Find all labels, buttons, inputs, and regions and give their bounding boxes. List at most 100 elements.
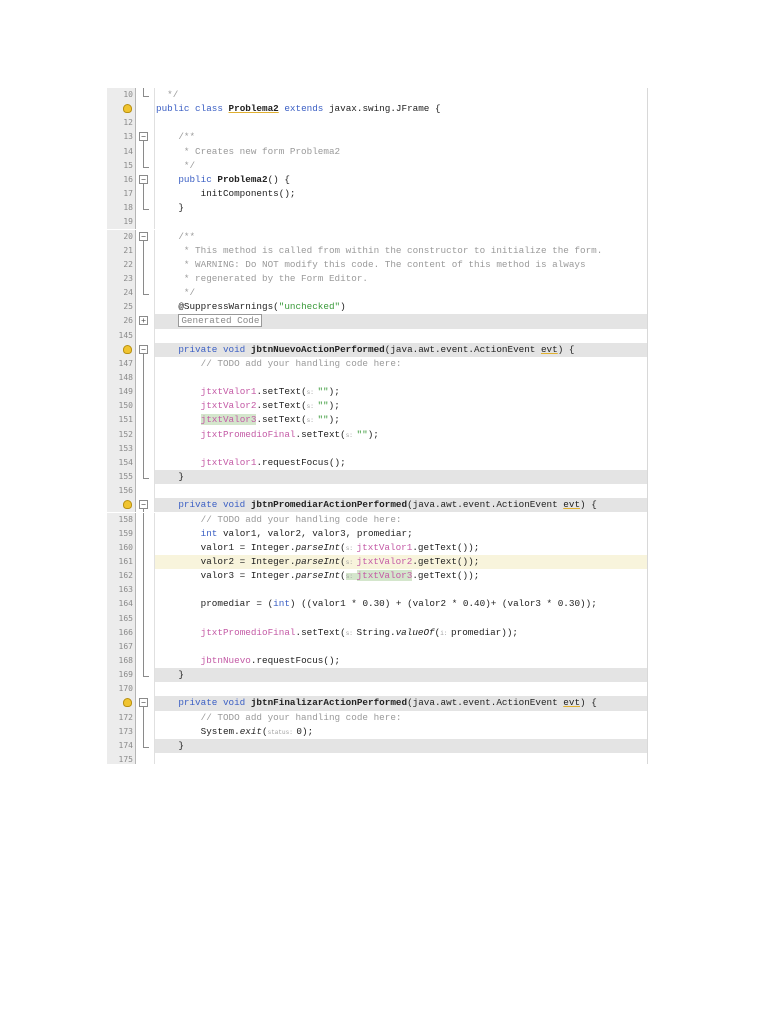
code-line[interactable]: 161 valor2 = Integer.parseInt(s: jtxtVal… bbox=[107, 554, 647, 570]
code-line[interactable]: 156 bbox=[107, 484, 647, 499]
collapse-fold-icon[interactable]: − bbox=[139, 174, 148, 184]
code-line[interactable]: 166 jtxtPromedioFinal.setText(s: String.… bbox=[107, 625, 647, 640]
code-line[interactable]: 172 // TODO add your handling code here: bbox=[107, 710, 647, 725]
code-text[interactable]: jtxtValor3.setText(s: ""); bbox=[154, 413, 647, 428]
code-text[interactable]: @SuppressWarnings("unchecked") bbox=[154, 300, 647, 315]
code-line[interactable]: 155 } bbox=[107, 470, 647, 485]
code-text[interactable]: * WARNING: Do NOT modify this code. The … bbox=[154, 257, 647, 272]
code-line[interactable]: 19 bbox=[107, 215, 647, 230]
code-text[interactable] bbox=[154, 484, 647, 499]
code-text[interactable]: valor3 = Integer.parseInt(s: jtxtValor3.… bbox=[154, 569, 647, 584]
code-line[interactable]: 145 bbox=[107, 328, 647, 343]
code-text[interactable]: public class Problema2 extends javax.swi… bbox=[154, 102, 647, 117]
code-text[interactable]: */ bbox=[154, 286, 647, 301]
code-text[interactable]: valor1 = Integer.parseInt(s: jtxtValor1.… bbox=[154, 540, 647, 555]
generated-code-fold-button[interactable]: Generated Code bbox=[178, 314, 263, 328]
code-text[interactable]: } bbox=[154, 470, 647, 485]
collapse-fold-icon[interactable]: − bbox=[139, 132, 148, 142]
code-line[interactable]: 174 } bbox=[107, 738, 647, 754]
code-line[interactable]: 13− /** bbox=[107, 130, 647, 145]
code-line[interactable]: 15 */ bbox=[107, 158, 647, 173]
code-text[interactable]: * This method is called from within the … bbox=[154, 243, 647, 258]
code-line[interactable]: 24 */ bbox=[107, 286, 647, 301]
code-line[interactable]: 25 @SuppressWarnings("unchecked") bbox=[107, 300, 647, 315]
code-line[interactable]: − private void jbtnPromediarActionPerfor… bbox=[107, 498, 647, 513]
code-line[interactable]: 10 */ bbox=[107, 88, 647, 103]
code-text[interactable] bbox=[154, 441, 647, 456]
code-line[interactable]: 168 jbtnNuevo.requestFocus(); bbox=[107, 654, 647, 669]
code-line[interactable]: 147 // TODO add your handling code here: bbox=[107, 356, 647, 371]
code-line[interactable]: 14 * Creates new form Problema2 bbox=[107, 144, 647, 159]
code-line[interactable]: 18 } bbox=[107, 201, 647, 216]
lightbulb-hint-icon[interactable] bbox=[123, 104, 132, 114]
code-line[interactable]: 148 bbox=[107, 371, 647, 386]
code-text[interactable]: jtxtValor1.requestFocus(); bbox=[154, 455, 647, 471]
code-line[interactable]: 151 jtxtValor3.setText(s: ""); bbox=[107, 413, 647, 428]
code-line[interactable]: 16− public Problema2() { bbox=[107, 172, 647, 188]
code-text[interactable]: public Problema2() { bbox=[154, 172, 647, 188]
collapse-fold-icon[interactable]: − bbox=[139, 231, 148, 241]
collapse-fold-icon[interactable]: − bbox=[139, 698, 148, 708]
code-line[interactable]: 26 + Generated Code bbox=[107, 314, 647, 329]
code-text[interactable]: * Creates new form Problema2 bbox=[154, 144, 647, 159]
code-text[interactable]: private void jbtnNuevoActionPerformed(ja… bbox=[154, 342, 647, 357]
code-text[interactable] bbox=[154, 639, 647, 654]
code-text[interactable] bbox=[154, 753, 647, 764]
lightbulb-hint-icon[interactable] bbox=[123, 500, 132, 510]
code-text[interactable] bbox=[154, 583, 647, 598]
code-line[interactable]: 21 * This method is called from within t… bbox=[107, 243, 647, 258]
code-line[interactable]: 175 bbox=[107, 753, 647, 764]
code-line[interactable]: 163 bbox=[107, 583, 647, 598]
code-text[interactable]: private void jbtnFinalizarActionPerforme… bbox=[154, 696, 647, 711]
collapse-fold-icon[interactable]: − bbox=[139, 344, 148, 354]
code-text[interactable]: jtxtPromedioFinal.setText(s: String.valu… bbox=[154, 625, 647, 640]
code-line[interactable]: 167 bbox=[107, 639, 647, 654]
code-text[interactable]: jtxtPromedioFinal.setText(s: ""); bbox=[154, 427, 647, 442]
code-text[interactable]: System.exit(status: 0); bbox=[154, 724, 647, 739]
code-text[interactable]: */ bbox=[154, 158, 647, 173]
code-text[interactable]: initComponents(); bbox=[154, 187, 647, 202]
code-text[interactable]: } bbox=[154, 668, 647, 683]
code-line[interactable]: 169 } bbox=[107, 668, 647, 683]
code-text[interactable] bbox=[154, 116, 647, 131]
code-text[interactable]: // TODO add your handling code here: bbox=[154, 356, 647, 371]
code-text[interactable]: valor2 = Integer.parseInt(s: jtxtValor2.… bbox=[154, 554, 647, 570]
code-text[interactable]: int valor1, valor2, valor3, promediar; bbox=[154, 526, 647, 541]
code-text[interactable]: // TODO add your handling code here: bbox=[154, 710, 647, 725]
code-text[interactable]: } bbox=[154, 201, 647, 216]
code-text[interactable]: promediar = (int) ((valor1 * 0.30) + (va… bbox=[154, 597, 647, 612]
code-line[interactable]: − private void jbtnNuevoActionPerformed(… bbox=[107, 342, 647, 357]
code-line[interactable]: 12 bbox=[107, 116, 647, 131]
code-text[interactable]: jtxtValor1.setText(s: ""); bbox=[154, 385, 647, 400]
code-line[interactable]: 173 System.exit(status: 0); bbox=[107, 724, 647, 739]
code-line[interactable]: 170 bbox=[107, 682, 647, 697]
code-text[interactable] bbox=[154, 215, 647, 230]
code-text[interactable]: jbtnNuevo.requestFocus(); bbox=[154, 654, 647, 669]
code-line[interactable]: − private void jbtnFinalizarActionPerfor… bbox=[107, 696, 647, 711]
code-text[interactable]: private void jbtnPromediarActionPerforme… bbox=[154, 498, 647, 513]
code-line[interactable]: 159 int valor1, valor2, valor3, promedia… bbox=[107, 526, 647, 541]
code-line[interactable]: 152 jtxtPromedioFinal.setText(s: ""); bbox=[107, 427, 647, 442]
code-line[interactable]: 164 promediar = (int) ((valor1 * 0.30) +… bbox=[107, 597, 647, 612]
code-line[interactable]: 22 * WARNING: Do NOT modify this code. T… bbox=[107, 257, 647, 272]
code-text[interactable]: jtxtValor2.setText(s: ""); bbox=[154, 399, 647, 414]
code-line[interactable]: 160 valor1 = Integer.parseInt(s: jtxtVal… bbox=[107, 540, 647, 555]
code-text[interactable]: * regenerated by the Form Editor. bbox=[154, 271, 647, 287]
code-text[interactable] bbox=[154, 611, 647, 626]
code-line[interactable]: 154 jtxtValor1.requestFocus(); bbox=[107, 455, 647, 471]
code-line[interactable]: 17 initComponents(); bbox=[107, 187, 647, 202]
expand-fold-icon[interactable]: + bbox=[139, 316, 148, 326]
code-line[interactable]: public class Problema2 extends javax.swi… bbox=[107, 102, 647, 117]
code-line[interactable]: 162 valor3 = Integer.parseInt(s: jtxtVal… bbox=[107, 569, 647, 584]
code-text[interactable]: */ bbox=[154, 88, 647, 103]
code-line[interactable]: 150 jtxtValor2.setText(s: ""); bbox=[107, 399, 647, 414]
collapse-fold-icon[interactable]: − bbox=[139, 500, 148, 510]
code-text[interactable]: Generated Code bbox=[154, 314, 647, 329]
code-text[interactable]: /** bbox=[154, 229, 647, 244]
code-text[interactable] bbox=[154, 371, 647, 386]
code-line[interactable]: 158 // TODO add your handling code here: bbox=[107, 512, 647, 527]
lightbulb-hint-icon[interactable] bbox=[123, 698, 132, 708]
code-text[interactable] bbox=[154, 682, 647, 697]
code-text[interactable]: } bbox=[154, 738, 647, 754]
code-line[interactable]: 149 jtxtValor1.setText(s: ""); bbox=[107, 385, 647, 400]
